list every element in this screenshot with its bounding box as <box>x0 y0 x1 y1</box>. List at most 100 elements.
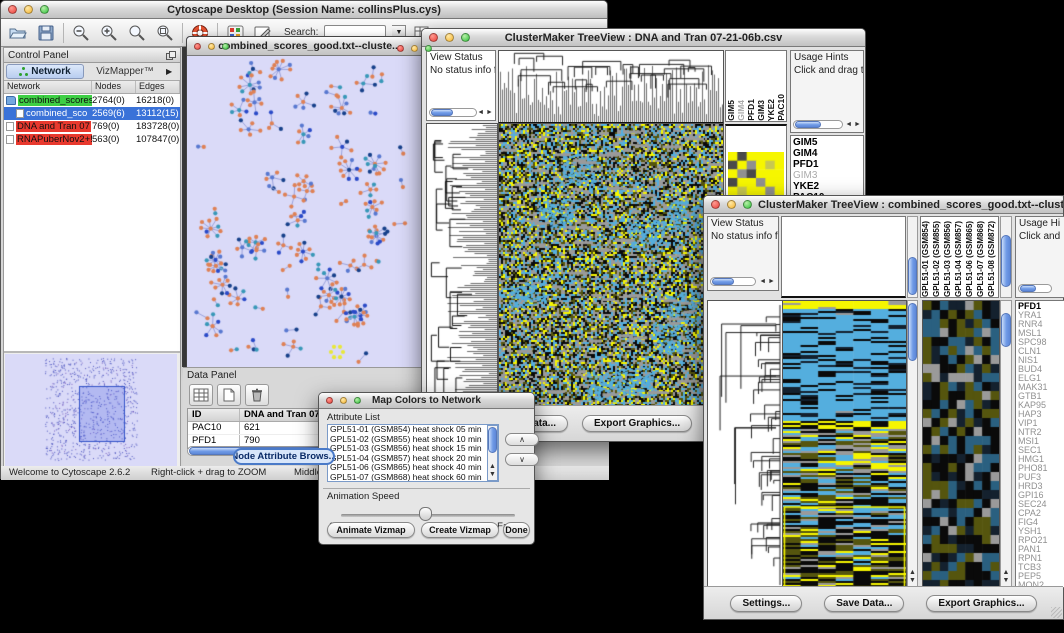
scrollbar-arrows[interactable]: ◄ ► <box>759 278 775 286</box>
minimize-button[interactable] <box>727 200 736 209</box>
scrollbar-thumb[interactable] <box>488 427 497 453</box>
network-overview-panel[interactable] <box>4 351 180 467</box>
column-label[interactable]: GIM4 <box>736 100 746 121</box>
column-label[interactable]: YKE2 <box>766 99 776 121</box>
column-label[interactable]: GPL51-07 (GSM868) <box>976 221 987 297</box>
column-label[interactable]: PFD1 <box>746 99 756 121</box>
tab-network[interactable]: Network <box>6 64 84 79</box>
gene-label[interactable]: YKE2 <box>793 181 861 192</box>
row-dendrogram[interactable] <box>426 123 498 407</box>
tabs-overflow-arrow[interactable]: ▶ <box>166 67 178 76</box>
scrollbar-thumb[interactable] <box>1001 235 1011 287</box>
close-button[interactable] <box>429 33 438 42</box>
zoom-button[interactable] <box>354 397 361 404</box>
network-canvas[interactable] <box>187 56 432 367</box>
treeview1-title-bar[interactable]: ClusterMaker TreeView : DNA and Tran 07-… <box>422 29 865 47</box>
node-attribute-browser-button[interactable]: Node Attribute Brows... <box>233 448 335 465</box>
gene-label[interactable]: GIM4 <box>793 148 861 159</box>
horizontal-scrollbar[interactable] <box>710 277 756 286</box>
treeview-action-button[interactable]: Settings... <box>730 595 802 612</box>
treeview-action-button[interactable]: Save Data... <box>824 595 904 612</box>
treeview-window-combined[interactable]: ClusterMaker TreeView : combined_scores_… <box>703 195 1064 620</box>
resize-grip[interactable] <box>1051 607 1062 618</box>
network-list-row[interactable]: DNA and Tran 07 769(0) 183728(0) <box>4 120 180 133</box>
gene-label[interactable]: GIM3 <box>793 170 861 181</box>
attribute-list-item[interactable]: GPL51-07 (GSM868) heat shock 60 min <box>328 473 498 483</box>
slider-thumb[interactable] <box>419 507 432 521</box>
zoomed-heatmap-canvas[interactable] <box>922 300 1000 590</box>
gene-label[interactable]: PFD1 <box>793 159 861 170</box>
new-attribute-icon[interactable] <box>217 384 241 406</box>
vertical-scrollbar[interactable] <box>907 216 918 298</box>
map-colors-dialog[interactable]: Map Colors to Network Attribute List GPL… <box>318 392 535 545</box>
vertical-scrollbar[interactable]: ▲▼ <box>1000 300 1012 588</box>
horizontal-scrollbar[interactable] <box>429 108 477 117</box>
column-label[interactable]: GPL51-04 (GSM857) <box>954 221 965 297</box>
zoom-button[interactable] <box>743 200 752 209</box>
main-title-bar[interactable]: Cytoscape Desktop (Session Name: collins… <box>1 1 607 19</box>
column-label[interactable]: PAC10 <box>776 94 786 121</box>
scrollbar-thumb[interactable] <box>431 109 453 116</box>
gene-label[interactable]: GIM5 <box>793 137 861 148</box>
done-button[interactable]: Done <box>503 522 530 538</box>
scrollbar-arrows[interactable]: ◄ ► <box>845 121 861 129</box>
zoom-button[interactable] <box>461 33 470 42</box>
close-button[interactable] <box>397 45 404 52</box>
scrollbar-arrows[interactable]: ▲▼ <box>908 569 917 585</box>
zoom-button[interactable] <box>222 43 229 50</box>
treeview-action-button[interactable]: Export Graphics... <box>926 595 1036 612</box>
minimize-button[interactable] <box>445 33 454 42</box>
attribute-select-icon[interactable] <box>189 384 213 406</box>
network-list-row[interactable]: combined_sco 2569(6) 13112(15) <box>4 107 180 120</box>
column-dendrogram[interactable] <box>498 50 724 124</box>
scrollbar-arrows[interactable]: ▲▼ <box>1001 569 1011 585</box>
list-scrollbar[interactable]: ▲▼ <box>487 425 498 481</box>
zoom-in-icon[interactable] <box>98 23 120 43</box>
scrollbar-thumb[interactable] <box>712 278 734 285</box>
dialog-title-bar[interactable]: Map Colors to Network <box>319 393 534 409</box>
heatmap-canvas[interactable] <box>782 300 907 590</box>
minimize-button[interactable] <box>411 45 418 52</box>
tab-vizmapper[interactable]: VizMapper™ <box>86 66 164 77</box>
delete-attribute-icon[interactable] <box>245 384 269 406</box>
column-label[interactable]: GIM3 <box>756 100 766 121</box>
treeview-action-button[interactable]: Export Graphics... <box>582 415 692 432</box>
scrollbar-arrows[interactable]: ◄ ► <box>477 109 493 117</box>
vertical-scrollbar[interactable] <box>1000 216 1012 298</box>
network-window-title-bar[interactable]: combined_scores_good.txt--cluste... <box>187 37 432 56</box>
heatmap-canvas[interactable] <box>498 123 724 407</box>
column-label[interactable]: GPL51-06 (GSM865) <box>965 221 976 297</box>
row-dendrogram[interactable] <box>707 300 783 590</box>
column-label[interactable]: GIM5 <box>726 100 736 121</box>
open-icon[interactable] <box>7 23 29 43</box>
zoom-fit-icon[interactable] <box>154 23 176 43</box>
column-label[interactable]: GPL51-02 (GSM855) <box>932 221 943 297</box>
scrollbar-arrows[interactable]: ▲▼ <box>488 463 497 479</box>
scrollbar-thumb[interactable] <box>795 121 821 128</box>
column-label[interactable]: GPL51-01 (GSM854) <box>921 221 932 297</box>
zoom-button[interactable] <box>425 45 432 52</box>
zoom-out-icon[interactable] <box>70 23 92 43</box>
close-button[interactable] <box>8 5 17 14</box>
treeview2-title-bar[interactable]: ClusterMaker TreeView : combined_scores_… <box>704 196 1063 214</box>
minimize-button[interactable] <box>208 43 215 50</box>
column-tree-area[interactable] <box>781 216 906 298</box>
close-button[interactable] <box>711 200 720 209</box>
zoom-selected-icon[interactable] <box>126 23 148 43</box>
column-label[interactable]: GPL51-03 (GSM856) <box>943 221 954 297</box>
save-icon[interactable] <box>35 23 57 43</box>
float-panel-icon[interactable] <box>166 51 176 60</box>
scrollbar-thumb[interactable] <box>1020 285 1036 292</box>
network-list-row[interactable]: RNAPuberNov2+! 563(0) 107847(0) <box>4 133 180 146</box>
network-list-row[interactable]: combined_scores 2764(0) 16218(0) <box>4 94 180 107</box>
horizontal-scrollbar[interactable] <box>793 120 843 129</box>
close-button[interactable] <box>194 43 201 50</box>
zoom-button[interactable] <box>40 5 49 14</box>
scrollbar-thumb[interactable] <box>1001 313 1011 347</box>
close-button[interactable] <box>326 397 333 404</box>
move-up-button[interactable]: ∧ <box>505 433 539 446</box>
minimize-button[interactable] <box>24 5 33 14</box>
column-label[interactable]: GPL51-08 (GSM872) <box>987 221 998 297</box>
horizontal-scrollbar[interactable] <box>1018 284 1052 293</box>
scrollbar-thumb[interactable] <box>908 303 917 361</box>
